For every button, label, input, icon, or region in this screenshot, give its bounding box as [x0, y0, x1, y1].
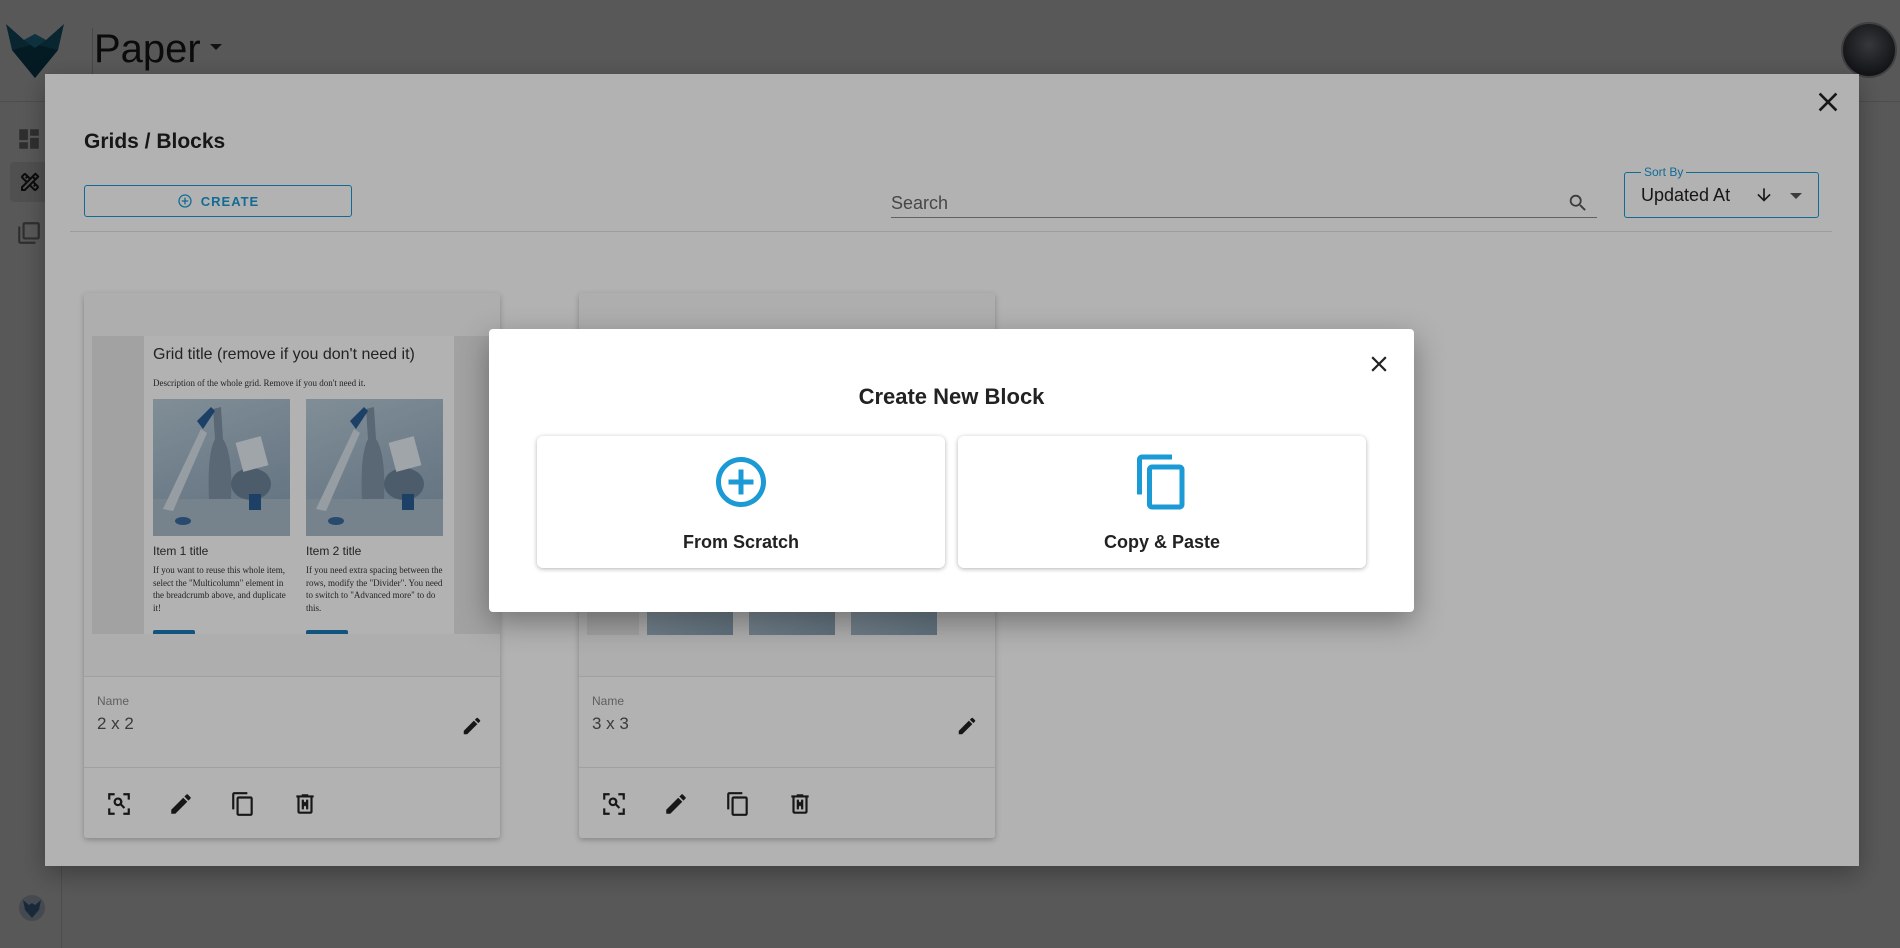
option-label: Copy & Paste	[1103, 532, 1221, 552]
modal-title: Create New Block	[858, 384, 1045, 409]
create-block-modal: Create New Block From Scratch Copy & Pas…	[489, 329, 1414, 612]
close-icon[interactable]	[1366, 351, 1392, 377]
copy-paste-option[interactable]: Copy & Paste	[958, 436, 1366, 568]
add-circle-icon	[716, 457, 766, 507]
copy-icon	[1137, 454, 1185, 510]
option-label: From Scratch	[682, 532, 800, 552]
from-scratch-option[interactable]: From Scratch	[537, 436, 945, 568]
